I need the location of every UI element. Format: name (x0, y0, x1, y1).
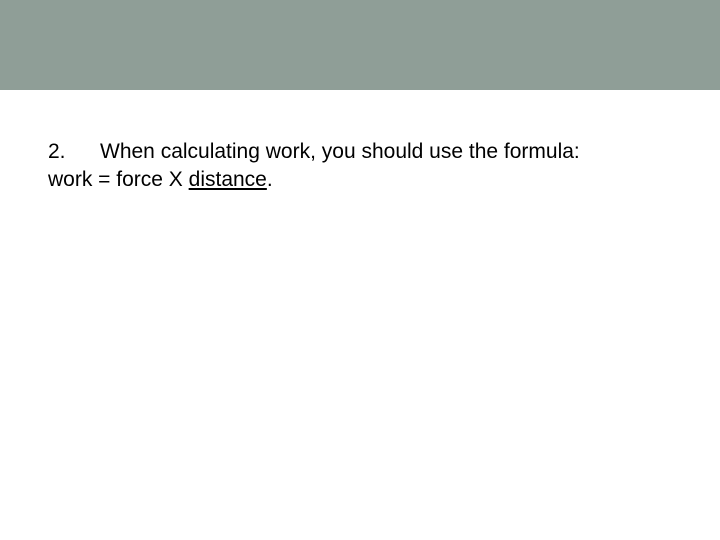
question-blank-word: distance (189, 168, 267, 191)
question-number: 2. (48, 138, 100, 166)
header-bar (0, 0, 720, 90)
question-line-1: When calculating work, you should use th… (100, 140, 580, 163)
slide-content: 2.When calculating work, you should use … (0, 90, 720, 195)
question-line-2-prefix: work = force X (48, 168, 189, 191)
question-text: 2.When calculating work, you should use … (48, 138, 672, 195)
question-line-2-suffix: . (267, 168, 273, 191)
